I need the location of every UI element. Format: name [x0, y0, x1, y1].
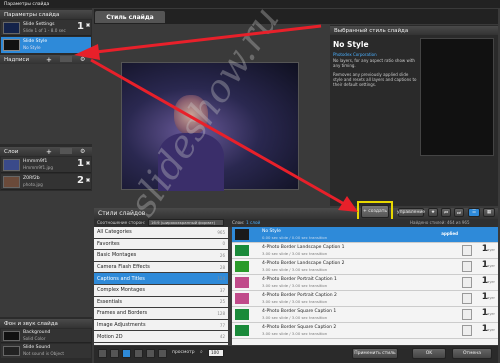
arrowhead-slide-style: [74, 44, 100, 60]
arrow-to-create: [90, 58, 347, 207]
annotation-arrows: [74, 24, 358, 212]
app-window: Параметры слайда Параметры слайда Slide …: [0, 0, 500, 363]
arrowhead-create: [338, 196, 358, 212]
arrow-to-slide-style: [95, 24, 322, 54]
